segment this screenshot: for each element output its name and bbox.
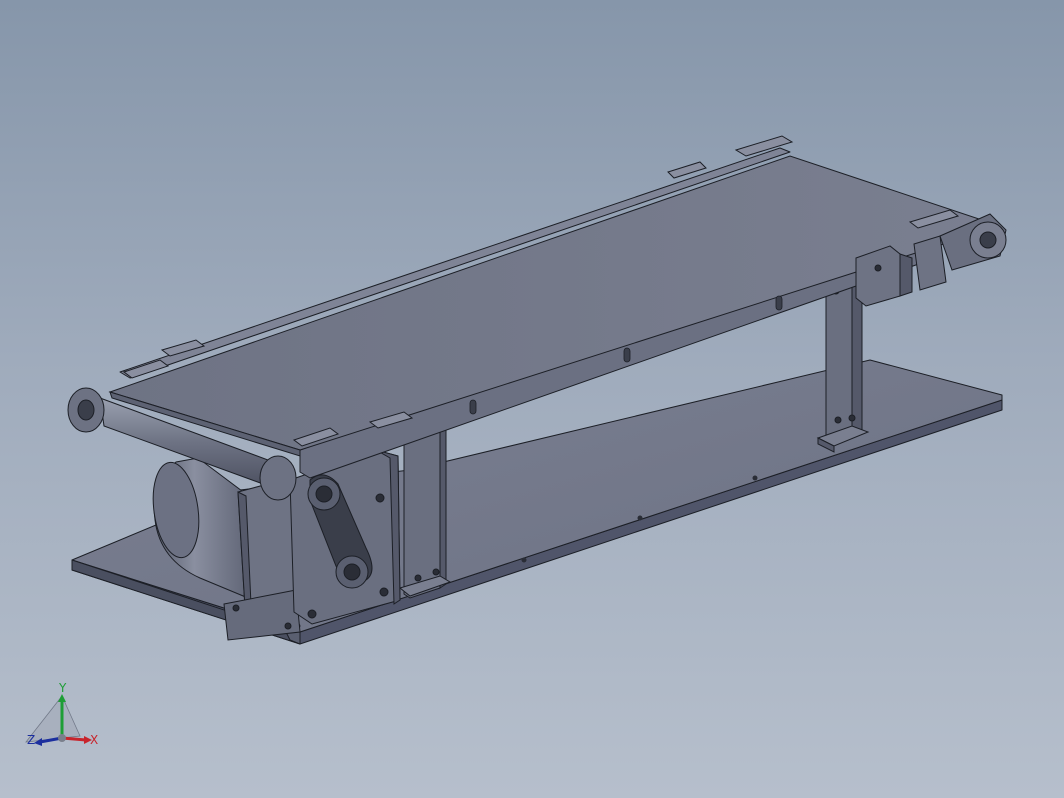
z-axis-label: Z [27,733,35,747]
conveyor-model-3d[interactable] [0,0,1064,798]
view-orientation-triad[interactable]: Y Z X [18,676,118,756]
graphics-viewport[interactable]: Y Z X [0,0,1064,798]
x-axis-label: X [90,733,98,747]
y-axis-label: Y [58,681,67,695]
